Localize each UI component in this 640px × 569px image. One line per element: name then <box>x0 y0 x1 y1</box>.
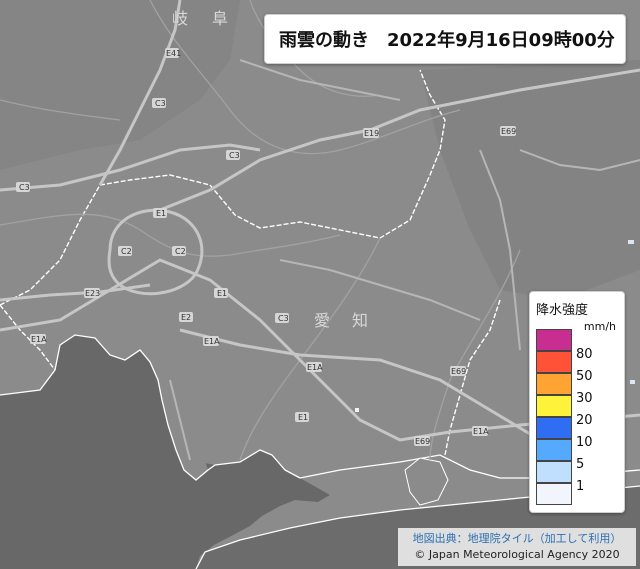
svg-text:E23: E23 <box>85 289 100 298</box>
legend-title: 降水強度 <box>536 303 589 318</box>
map-label-aichi-1: 愛 <box>314 311 330 330</box>
map-credit: 地図出典：地理院タイル（加工して利用） © Japan Meteorologic… <box>398 528 636 566</box>
legend-swatch-5 <box>536 439 572 461</box>
svg-text:E1A: E1A <box>307 363 323 372</box>
legend-swatch-30 <box>536 373 572 395</box>
map-label-gifu-1: 岐 <box>172 9 188 28</box>
svg-text:C3: C3 <box>155 99 166 108</box>
rain-speck <box>355 408 359 412</box>
legend-label-5: 5 <box>576 457 585 472</box>
title-label: 雨雲の動き <box>279 30 369 51</box>
precipitation-legend: 降水強度 mm/h 80 50 30 20 10 5 1 <box>529 291 625 513</box>
legend-label-20: 20 <box>576 413 593 428</box>
legend-label-80: 80 <box>576 347 593 362</box>
svg-text:E1: E1 <box>156 209 166 218</box>
svg-text:E69: E69 <box>415 437 430 446</box>
map-label-aichi-2: 知 <box>352 311 368 330</box>
rain-speck-2 <box>628 240 634 244</box>
legend-unit: mm/h <box>583 320 616 333</box>
legend-swatch-0 <box>536 483 572 505</box>
map-source-link[interactable]: 地図出典：地理院タイル（加工して利用） <box>402 530 632 546</box>
svg-text:C3: C3 <box>278 314 289 323</box>
svg-text:E69: E69 <box>451 367 466 376</box>
svg-text:C2: C2 <box>175 247 186 256</box>
title-panel: 雨雲の動き 2022年9月16日09時00分 <box>264 14 626 64</box>
svg-text:E1A: E1A <box>473 427 489 436</box>
svg-text:E1A: E1A <box>31 335 47 344</box>
svg-text:E2: E2 <box>181 313 191 322</box>
legend-label-10: 10 <box>576 435 593 450</box>
legend-swatch-80 <box>536 329 572 351</box>
svg-text:E1: E1 <box>217 289 227 298</box>
legend-label-1: 1 <box>576 479 585 494</box>
svg-text:C3: C3 <box>19 183 30 192</box>
svg-text:C3: C3 <box>229 151 240 160</box>
copyright-text: © Japan Meteorological Agency 2020 <box>414 548 620 561</box>
title-datetime: 2022年9月16日09時00分 <box>387 30 615 51</box>
legend-label-30: 30 <box>576 391 593 406</box>
svg-text:E41: E41 <box>166 49 181 58</box>
map-label-gifu-2: 阜 <box>212 9 228 28</box>
legend-swatch-10 <box>536 417 572 439</box>
legend-swatch-50 <box>536 351 572 373</box>
svg-text:E1A: E1A <box>204 337 220 346</box>
svg-text:E19: E19 <box>364 129 379 138</box>
rain-speck-3 <box>630 380 635 384</box>
legend-label-50: 50 <box>576 369 593 384</box>
legend-swatch-1 <box>536 461 572 483</box>
legend-swatch-20 <box>536 395 572 417</box>
svg-text:C2: C2 <box>121 247 132 256</box>
svg-text:E69: E69 <box>501 127 516 136</box>
svg-text:E1: E1 <box>298 413 308 422</box>
